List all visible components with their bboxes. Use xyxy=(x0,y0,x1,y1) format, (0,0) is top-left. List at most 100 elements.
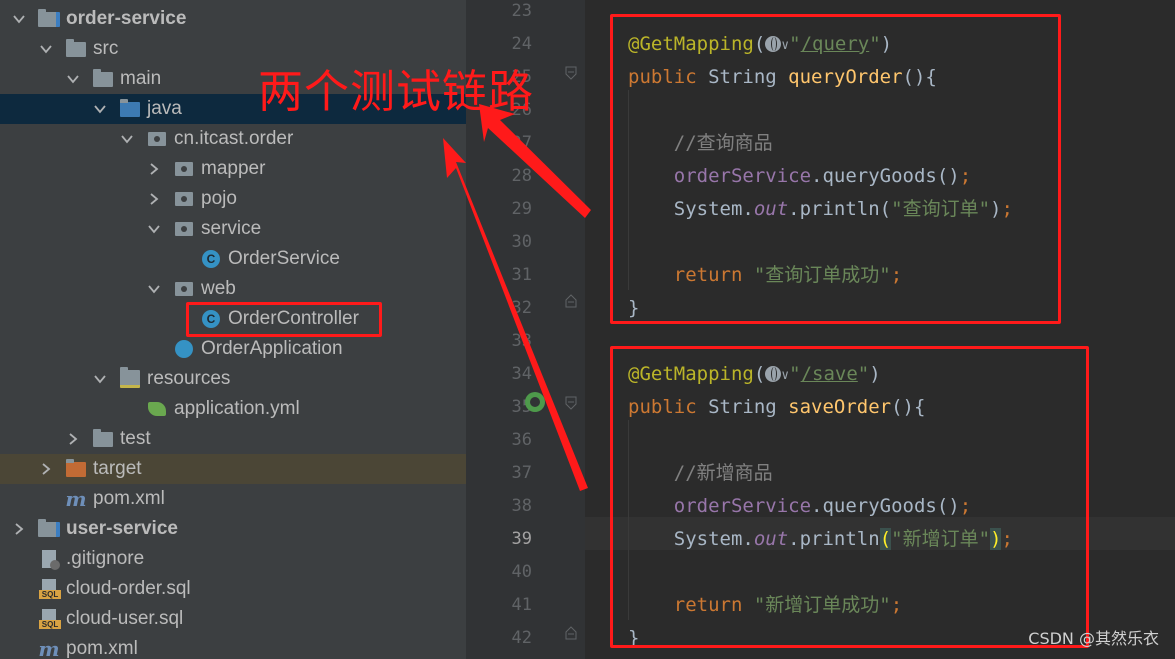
tree-row-label: user-service xyxy=(66,518,178,539)
tree-row-label: pojo xyxy=(201,188,237,209)
package-icon xyxy=(173,188,195,210)
tree-row-label: java xyxy=(147,98,182,119)
chevron-right-icon[interactable] xyxy=(147,192,161,206)
query-method-highlight-box xyxy=(610,14,1061,324)
sql-icon: SQL xyxy=(38,608,61,630)
line-number: 36 xyxy=(511,430,532,450)
folder-icon xyxy=(92,428,114,450)
tree-row-label: OrderApplication xyxy=(201,338,343,359)
tree-row-orderservice[interactable]: C OrderService xyxy=(0,244,466,274)
chevron-down-icon[interactable] xyxy=(147,222,161,236)
line-number: 31 xyxy=(511,265,532,285)
tree-row-cloud-order-sql[interactable]: SQL cloud-order.sql xyxy=(0,574,466,604)
line-number: 23 xyxy=(511,1,532,21)
class-icon: C xyxy=(200,248,222,270)
line-number: 32 xyxy=(511,298,532,318)
maven-icon: m xyxy=(38,637,60,659)
line-number: 42 xyxy=(511,628,532,648)
spring-config-icon xyxy=(146,398,168,420)
chevron-down-icon[interactable] xyxy=(39,42,53,56)
tree-row-gitignore[interactable]: .gitignore xyxy=(0,544,466,574)
spring-app-icon xyxy=(173,338,195,360)
module-folder-icon xyxy=(38,518,60,540)
tree-row-label: src xyxy=(93,38,119,59)
tree-row-web[interactable]: web xyxy=(0,274,466,304)
line-number: 40 xyxy=(511,562,532,582)
tree-row-label: pom.xml xyxy=(93,488,165,509)
tree-row-label: OrderService xyxy=(228,248,340,269)
tree-row-user-service[interactable]: user-service xyxy=(0,514,466,544)
line-number: 38 xyxy=(511,496,532,516)
chevron-right-icon[interactable] xyxy=(12,522,26,536)
folder-icon xyxy=(65,38,87,60)
fold-open-icon[interactable] xyxy=(565,396,577,410)
fold-close-icon[interactable] xyxy=(565,626,577,640)
tree-row-label: main xyxy=(120,68,162,89)
tree-row-pom-xml[interactable]: m pom.xml xyxy=(0,484,466,514)
package-icon xyxy=(173,218,195,240)
package-icon xyxy=(173,278,195,300)
tree-row-pom-xml[interactable]: m pom.xml xyxy=(0,634,466,659)
line-number: 33 xyxy=(511,331,532,351)
line-number: 41 xyxy=(511,595,532,615)
tree-row-label: service xyxy=(201,218,262,239)
tree-row-label: target xyxy=(93,458,142,479)
tree-row-label: test xyxy=(120,428,151,449)
tree-row-label: web xyxy=(201,278,236,299)
line-number: 29 xyxy=(511,199,532,219)
line-number: 39 xyxy=(511,529,532,549)
folder-icon xyxy=(92,68,114,90)
chevron-down-icon[interactable] xyxy=(93,372,107,386)
line-number: 34 xyxy=(511,364,532,384)
chevron-down-icon[interactable] xyxy=(12,12,26,26)
chevron-down-icon[interactable] xyxy=(93,102,107,116)
chevron-right-icon[interactable] xyxy=(39,462,53,476)
fold-open-icon[interactable] xyxy=(565,66,577,80)
maven-icon: m xyxy=(65,487,87,511)
tree-row-label: application.yml xyxy=(174,398,300,419)
tree-row-label: pom.xml xyxy=(66,638,138,659)
tree-row-cn-itcast-order[interactable]: cn.itcast.order xyxy=(0,124,466,154)
package-icon xyxy=(146,128,168,150)
chevron-right-icon[interactable] xyxy=(66,432,80,446)
resources-folder-icon xyxy=(119,367,141,390)
tree-row-label: order-service xyxy=(66,8,187,29)
tree-row-service[interactable]: service xyxy=(0,214,466,244)
tree-row-cloud-user-sql[interactable]: SQL cloud-user.sql xyxy=(0,604,466,634)
source-folder-icon xyxy=(119,98,141,120)
tree-row-pojo[interactable]: pojo xyxy=(0,184,466,214)
tree-row-label: .gitignore xyxy=(66,548,145,569)
fold-close-icon[interactable] xyxy=(565,294,577,308)
line-number: 28 xyxy=(511,166,532,186)
tree-row-label: cloud-order.sql xyxy=(66,578,191,599)
line-number: 35 xyxy=(511,397,532,417)
tree-row-label: cn.itcast.order xyxy=(174,128,294,149)
tree-row-application-yml[interactable]: application.yml xyxy=(0,394,466,424)
annotation-headline: 两个测试链路 xyxy=(258,65,535,118)
tree-row-orderapplication[interactable]: OrderApplication xyxy=(0,334,466,364)
gitignore-icon xyxy=(38,548,60,570)
line-number: 37 xyxy=(511,463,532,483)
sql-icon: SQL xyxy=(38,578,61,600)
module-folder-icon xyxy=(38,8,60,30)
tree-row-mapper[interactable]: mapper xyxy=(0,154,466,184)
tree-row-resources[interactable]: resources xyxy=(0,364,466,394)
tree-row-label: mapper xyxy=(201,158,266,179)
chevron-down-icon[interactable] xyxy=(120,132,134,146)
save-method-highlight-box xyxy=(610,346,1089,648)
chevron-right-icon[interactable] xyxy=(147,162,161,176)
run-endpoint-icon[interactable] xyxy=(525,392,545,412)
order-controller-highlight-box xyxy=(186,302,382,337)
tree-row-order-service[interactable]: order-service xyxy=(0,4,466,34)
package-icon xyxy=(173,158,195,180)
tree-row-target[interactable]: target xyxy=(0,454,466,484)
chevron-down-icon[interactable] xyxy=(147,282,161,296)
excluded-folder-icon xyxy=(65,458,87,480)
watermark: CSDN @其然乐衣 xyxy=(1028,629,1159,648)
tree-row-label: resources xyxy=(147,368,231,389)
line-number: 27 xyxy=(511,133,532,153)
line-number: 30 xyxy=(511,232,532,252)
tree-row-label: cloud-user.sql xyxy=(66,608,184,629)
tree-row-test[interactable]: test xyxy=(0,424,466,454)
chevron-down-icon[interactable] xyxy=(66,72,80,86)
